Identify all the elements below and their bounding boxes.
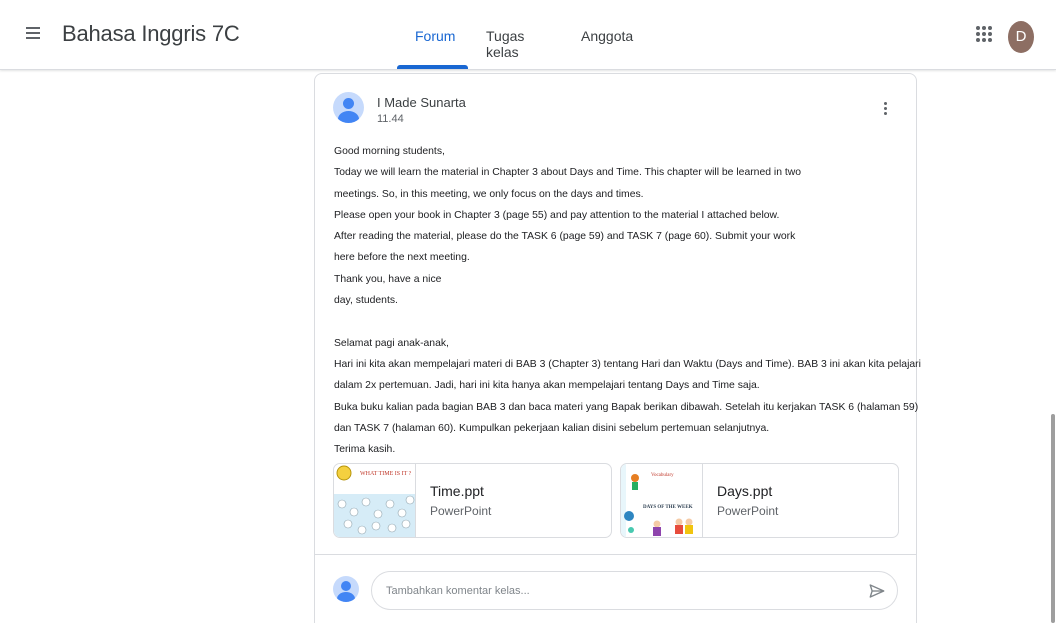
- post-line: here before the next meeting.: [334, 252, 470, 264]
- author-avatar: [333, 92, 364, 123]
- class-comment-input[interactable]: [371, 571, 898, 610]
- active-tab-indicator: [397, 65, 468, 69]
- post-line: Please open your book in Chapter 3 (page…: [334, 209, 780, 221]
- menu-icon[interactable]: [26, 24, 46, 44]
- tab-anggota[interactable]: Anggota: [581, 28, 633, 44]
- card-divider: [315, 554, 916, 555]
- apps-grid-icon[interactable]: [976, 26, 992, 42]
- top-app-bar: Bahasa Inggris 7C Forum Tugas kelas Angg…: [0, 0, 1056, 70]
- thumb-text: DAYS OF THE WEEK: [643, 505, 693, 510]
- post-line: Terima kasih.: [334, 444, 396, 456]
- post-line: Thank you, have a nice: [334, 273, 442, 285]
- attachment-days-ppt[interactable]: Vocabulary DAYS OF THE WEEK Days.ppt Pow…: [620, 463, 899, 538]
- scrollbar-thumb[interactable]: [1051, 414, 1055, 623]
- post-line: meetings. So, in this meeting, we only f…: [334, 188, 644, 200]
- tab-forum[interactable]: Forum: [415, 28, 455, 44]
- tab-tugas-kelas[interactable]: Tugas kelas: [486, 28, 524, 60]
- post-line: dan TASK 7 (halaman 60). Kumpulkan peker…: [334, 422, 770, 434]
- attachment-time-ppt[interactable]: WHAT TIME IS IT ? Time.ppt PowerPoint: [333, 463, 612, 538]
- announcement-card: I Made Sunarta 11.44 Good morning studen…: [314, 73, 921, 623]
- attachment-title: Days.ppt: [717, 483, 773, 499]
- attachment-thumbnail: WHAT TIME IS IT ?: [334, 464, 416, 537]
- account-avatar[interactable]: D: [1008, 21, 1034, 53]
- send-icon[interactable]: [868, 582, 886, 600]
- attachment-type: PowerPoint: [717, 504, 779, 518]
- post-line: dalam 2x pertemuan. Jadi, hari ini kita …: [334, 380, 760, 392]
- post-line: After reading the material, please do th…: [334, 231, 796, 243]
- post-line: Today we will learn the material in Chap…: [334, 167, 802, 179]
- days-slide-thumbnail: Vocabulary DAYS OF THE WEEK: [621, 464, 702, 537]
- post-line: [334, 311, 914, 332]
- attachment-thumbnail: Vocabulary DAYS OF THE WEEK: [621, 464, 703, 537]
- attachment-title: Time.ppt: [430, 483, 484, 499]
- post-time: 11.44: [377, 113, 404, 125]
- time-slide-thumbnail: WHAT TIME IS IT ?: [334, 464, 415, 537]
- post-line: day, students.: [334, 295, 398, 307]
- class-title[interactable]: Bahasa Inggris 7C: [62, 21, 240, 47]
- post-line: Good morning students,: [334, 146, 445, 157]
- author-name: I Made Sunarta: [377, 95, 466, 110]
- thumb-text: WHAT TIME IS IT ?: [360, 471, 412, 477]
- post-line: Hari ini kita akan mempelajari materi di…: [334, 358, 921, 370]
- attachment-type: PowerPoint: [430, 504, 492, 518]
- more-vert-icon[interactable]: [881, 102, 889, 122]
- thumb-text: Vocabulary: [651, 473, 674, 478]
- post-line: Buka buku kalian pada bagian BAB 3 dan b…: [334, 401, 919, 413]
- post-line: Selamat pagi anak-anak,: [334, 337, 449, 349]
- post-body: Good morning students, Today we will lea…: [334, 141, 921, 460]
- commenter-avatar: [333, 576, 359, 602]
